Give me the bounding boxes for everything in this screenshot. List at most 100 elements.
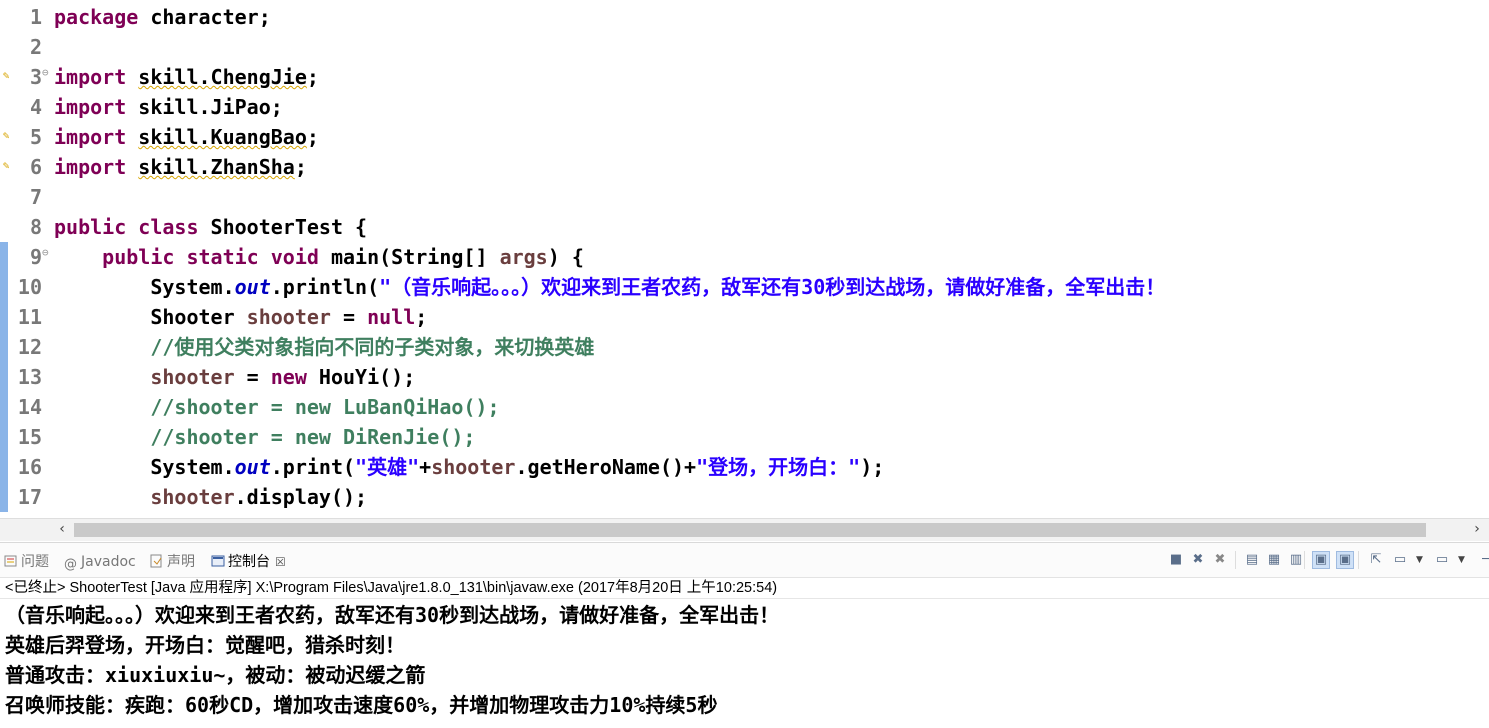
problems-icon bbox=[4, 554, 18, 568]
warning-icon[interactable]: ✎ bbox=[0, 128, 12, 144]
remove-launch-icon[interactable]: ✖ bbox=[1190, 552, 1206, 568]
code-text: public class ShooterTest { bbox=[54, 212, 367, 242]
terminate-icon[interactable]: ■ bbox=[1168, 552, 1184, 568]
code-line[interactable]: 11 Shooter shooter = null; bbox=[0, 302, 1489, 332]
console-view-tabbar: 问题 @ Javadoc 声明 控制台 ☒ ■ ✖ ✖ ▤ ▦ ▥ ▣ ▣ ⇱ ▭ ▭ ─ ▼ ▼ bbox=[0, 542, 1489, 578]
scroll-right-icon[interactable]: › bbox=[1470, 521, 1484, 537]
code-token: import bbox=[54, 95, 127, 119]
code-text: Shooter shooter = null; bbox=[54, 302, 427, 332]
scroll-lock-icon[interactable]: ▦ bbox=[1266, 552, 1282, 568]
change-marker bbox=[0, 422, 8, 452]
code-token: //shooter = new DiRenJie(); bbox=[150, 425, 476, 449]
console-output[interactable]: （音乐响起。。。）欢迎来到王者农药，敌军还有30秒到达战场，请做好准备，全军出击… bbox=[0, 600, 1489, 728]
word-wrap-icon[interactable]: ▥ bbox=[1288, 552, 1304, 568]
warning-icon[interactable]: ✎ bbox=[0, 158, 12, 174]
code-line[interactable]: 7 bbox=[0, 182, 1489, 212]
scroll-left-icon[interactable]: ‹ bbox=[55, 521, 69, 537]
pin-console-icon[interactable]: ⇱ bbox=[1368, 552, 1384, 568]
code-token: skill.ZhanSha bbox=[138, 155, 295, 179]
code-token: out bbox=[234, 455, 271, 479]
tab-label: Javadoc bbox=[81, 554, 136, 570]
code-token: public bbox=[102, 245, 175, 269]
code-line[interactable]: 4 import skill.JiPao; bbox=[0, 92, 1489, 122]
console-status-line: <已终止> ShooterTest [Java 应用程序] X:\Program… bbox=[0, 577, 1489, 599]
open-console-icon[interactable]: ▭ bbox=[1434, 552, 1450, 568]
line-number: 15 bbox=[17, 425, 42, 449]
line-number: 7 bbox=[29, 185, 42, 209]
tab-javadoc[interactable]: @ Javadoc bbox=[64, 552, 136, 572]
chevron-down-icon[interactable]: ▼ bbox=[1416, 552, 1423, 568]
fold-icon[interactable]: ⊖ bbox=[42, 246, 49, 259]
line-number: 5 bbox=[29, 125, 42, 149]
fold-icon[interactable]: ⊖ bbox=[42, 66, 49, 79]
console-output-line: （音乐响起。。。）欢迎来到王者农药，敌军还有30秒到达战场，请做好准备，全军出击… bbox=[5, 603, 780, 627]
show-on-stdout-icon[interactable]: ▣ bbox=[1312, 551, 1330, 569]
console-output-line: 召唤师技能：疾跑：60秒CD，增加攻击速度60%，并增加物理攻击力10%持续5秒 bbox=[5, 693, 718, 717]
tab-declaration[interactable]: 声明 bbox=[150, 552, 195, 572]
clear-console-icon[interactable]: ▤ bbox=[1244, 552, 1260, 568]
code-line[interactable]: ✎ 6 import skill.ZhanSha; bbox=[0, 152, 1489, 182]
warning-icon[interactable]: ✎ bbox=[0, 68, 12, 84]
tab-label: 声明 bbox=[167, 554, 195, 570]
code-line[interactable]: 13 shooter = new HouYi(); bbox=[0, 362, 1489, 392]
code-token: import bbox=[54, 65, 127, 89]
code-token: ); bbox=[860, 455, 885, 479]
code-line[interactable]: 14 //shooter = new LuBanQiHao(); bbox=[0, 392, 1489, 422]
code-token: HouYi(); bbox=[306, 365, 416, 389]
code-token: .display(); bbox=[234, 485, 368, 509]
code-token: skill.ChengJie bbox=[138, 65, 307, 89]
code-token: skill.KuangBao bbox=[138, 125, 307, 149]
code-line[interactable]: ✎ 5 import skill.KuangBao; bbox=[0, 122, 1489, 152]
code-token: skill.JiPao; bbox=[126, 95, 283, 119]
code-line[interactable]: 16 System.out.print("英雄"+shooter.getHero… bbox=[0, 452, 1489, 482]
code-line[interactable]: 17 shooter.display(); bbox=[0, 482, 1489, 512]
code-text: import skill.JiPao; bbox=[54, 92, 283, 122]
tab-console[interactable]: 控制台 ☒ bbox=[211, 552, 286, 572]
remove-all-icon[interactable]: ✖ bbox=[1212, 552, 1228, 568]
tab-problems[interactable]: 问题 bbox=[4, 552, 49, 572]
code-token: package bbox=[54, 5, 139, 29]
change-marker bbox=[0, 392, 8, 422]
minimize-icon[interactable]: ─ bbox=[1478, 552, 1489, 568]
code-token: ; bbox=[306, 65, 319, 89]
close-icon[interactable]: ☒ bbox=[275, 555, 286, 569]
show-on-stderr-icon[interactable]: ▣ bbox=[1336, 551, 1354, 569]
code-line[interactable]: 15 //shooter = new DiRenJie(); bbox=[0, 422, 1489, 452]
code-line[interactable]: 8 public class ShooterTest { bbox=[0, 212, 1489, 242]
code-token: "（音乐响起。。。）欢迎来到王者农药，敌军还有30秒到达战场，请做好准备，全军出… bbox=[379, 275, 1166, 299]
code-token: new bbox=[270, 365, 307, 389]
chevron-down-icon[interactable]: ▼ bbox=[1458, 552, 1465, 568]
change-marker bbox=[0, 242, 8, 272]
line-number: 13 bbox=[17, 365, 42, 389]
code-line[interactable]: ✎ 3 ⊖ import skill.ChengJie; bbox=[0, 62, 1489, 92]
code-token: System. bbox=[54, 275, 235, 299]
code-line[interactable]: 2 bbox=[0, 32, 1489, 62]
editor-horizontal-scrollbar[interactable]: ‹ › bbox=[0, 518, 1489, 541]
code-text: package character; bbox=[54, 2, 271, 32]
code-text: shooter = new HouYi(); bbox=[54, 362, 415, 392]
code-token: ) { bbox=[547, 245, 584, 269]
code-text: //shooter = new LuBanQiHao(); bbox=[54, 392, 499, 422]
line-number: 8 bbox=[29, 215, 42, 239]
code-editor[interactable]: 1 package character; 2 ✎ 3 ⊖ import skill.Chen… bbox=[0, 0, 1489, 518]
code-line[interactable]: 1 package character; bbox=[0, 2, 1489, 32]
display-console-icon[interactable]: ▭ bbox=[1392, 552, 1408, 568]
code-text: import skill.ChengJie; bbox=[54, 62, 319, 92]
code-token: args bbox=[499, 245, 548, 269]
code-token: ; bbox=[294, 155, 307, 179]
code-line[interactable]: 9 ⊖ public static void main(String[] args… bbox=[0, 242, 1489, 272]
code-token: shooter bbox=[150, 365, 235, 389]
code-line[interactable]: 12 //使用父类对象指向不同的子类对象，来切换英雄 bbox=[0, 332, 1489, 362]
code-line[interactable]: 10 System.out.println("（音乐响起。。。）欢迎来到王者农药… bbox=[0, 272, 1489, 302]
line-number: 11 bbox=[17, 305, 42, 329]
scrollbar-thumb[interactable] bbox=[74, 523, 1426, 537]
